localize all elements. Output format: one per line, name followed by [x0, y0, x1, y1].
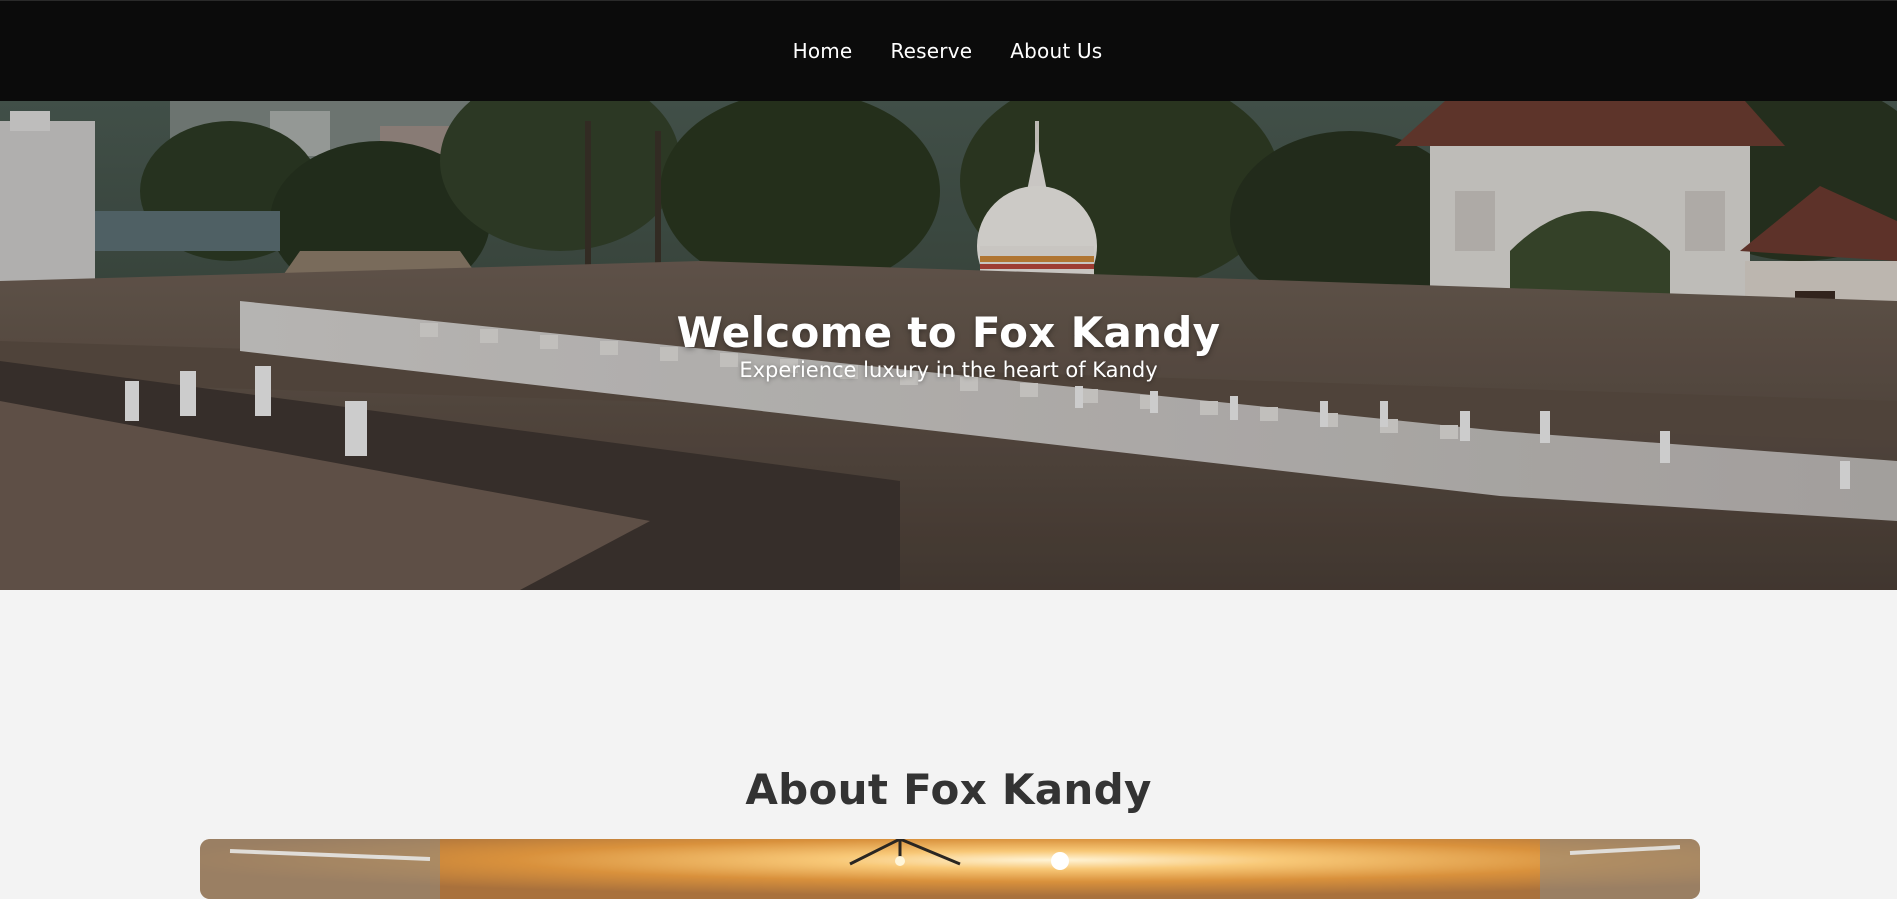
about-image [200, 839, 1700, 899]
hero-subtitle: Experience luxury in the heart of Kandy [739, 358, 1158, 382]
sunset-photo-image [200, 839, 1700, 899]
nav-link-about-us[interactable]: About Us [1010, 39, 1102, 63]
nav-link-home[interactable]: Home [793, 39, 853, 63]
nav-link-reserve[interactable]: Reserve [890, 39, 972, 63]
nav-menu: Home Reserve About Us [0, 39, 1897, 63]
about-section-title: About Fox Kandy [745, 765, 1152, 814]
hero-section: Welcome to Fox Kandy Experience luxury i… [0, 101, 1897, 590]
top-navigation-bar: Home Reserve About Us [0, 0, 1897, 101]
hero-title: Welcome to Fox Kandy [676, 308, 1221, 357]
